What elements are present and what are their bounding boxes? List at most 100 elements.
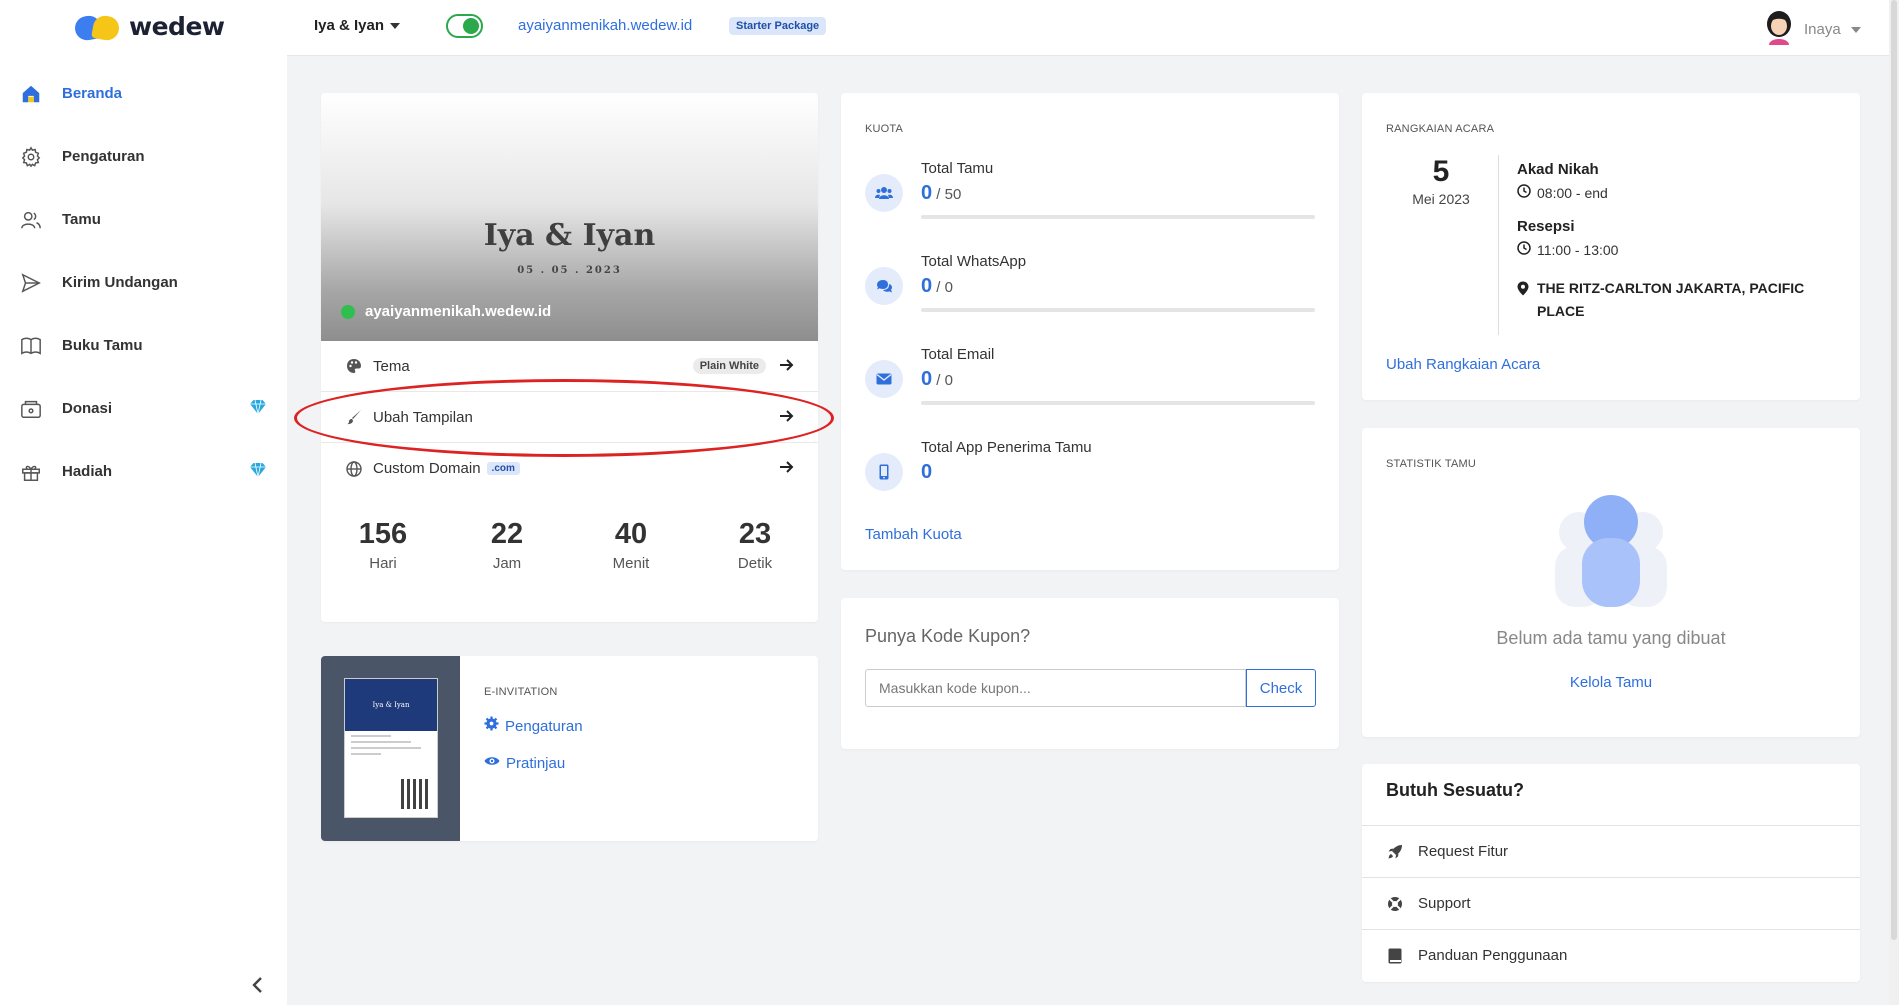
sidebar-item-label: Pengaturan — [62, 148, 145, 165]
clock-icon — [1517, 241, 1531, 258]
kelola-tamu-link[interactable]: Kelola Tamu — [1570, 674, 1652, 691]
users-icon — [865, 174, 903, 212]
sidebar-item-buku-tamu[interactable]: Buku Tamu — [0, 314, 287, 377]
logo[interactable]: wedew — [73, 12, 225, 42]
empty-guests-illustration — [1555, 494, 1667, 612]
check-kupon-button[interactable]: Check — [1246, 669, 1316, 707]
couple-name: Iya & Iyan — [314, 17, 385, 34]
einvitation-thumbnail[interactable]: Iya & Iyan — [321, 656, 460, 841]
einvitation-body: E-INVITATION Pengaturan Pratinjau — [484, 686, 583, 772]
scrollbar[interactable] — [1889, 0, 1899, 1005]
palette-icon — [345, 357, 363, 375]
gear-icon — [18, 144, 44, 170]
event-location: THE RITZ-CARLTON JAKARTA, PACIFIC PLACE — [1517, 277, 1837, 323]
publish-toggle[interactable] — [446, 14, 483, 38]
tema-label: Tema — [373, 357, 410, 375]
arrow-right-icon — [778, 459, 794, 479]
sidebar-item-pengaturan[interactable]: Pengaturan — [0, 125, 287, 188]
kuota-value: 0 / 0 — [921, 368, 953, 390]
kuota-label: Total WhatsApp — [921, 253, 1027, 270]
kuota-label: Total Tamu — [921, 160, 994, 177]
section-title: RANGKAIAN ACARA — [1386, 123, 1495, 135]
divider — [1498, 155, 1499, 335]
topbar: Iya & Iyan ayaiyanmenikah.wedew.id Start… — [287, 0, 1899, 56]
kuota-card: KUOTA Total Tamu 0 / 50 Total WhatsApp 0… — [841, 93, 1339, 570]
tambah-kuota-link[interactable]: Tambah Kuota — [865, 526, 962, 543]
hero-date: 05 . 05 . 2023 — [517, 265, 622, 276]
package-badge: Starter Package — [729, 17, 827, 35]
invitation-hero[interactable]: Iya & Iyan 05 . 05 . 2023 ayaiyanmenikah… — [321, 93, 818, 341]
section-title: KUOTA — [865, 123, 904, 135]
einvitation-card: Iya & Iyan E-INVITATION Pengaturan Prati… — [321, 656, 818, 841]
logo-hearts-icon — [73, 13, 121, 42]
einvitation-settings-link[interactable]: Pengaturan — [484, 716, 583, 736]
mail-icon — [865, 360, 903, 398]
rangkaian-acara-card: RANGKAIAN ACARA 5 Mei 2023 Akad Nikah 08… — [1362, 93, 1860, 400]
kupon-input[interactable] — [865, 669, 1246, 707]
phone-icon — [865, 453, 903, 491]
section-title: STATISTIK TAMU — [1386, 458, 1476, 470]
empty-guests-text: Belum ada tamu yang dibuat — [1496, 628, 1726, 648]
hero-url[interactable]: ayaiyanmenikah.wedew.id — [341, 303, 551, 320]
sidebar-item-donasi[interactable]: Donasi — [0, 377, 287, 440]
kuota-value: 0 / 50 — [921, 182, 962, 204]
einvitation-preview-link[interactable]: Pratinjau — [484, 754, 583, 772]
user-name: Inaya — [1804, 21, 1841, 38]
rocket-icon — [1386, 843, 1404, 861]
wallet-icon — [18, 396, 44, 422]
sidebar-item-label: Beranda — [62, 85, 123, 102]
section-title: E-INVITATION — [484, 686, 558, 698]
countdown-minutes: 40 Menit — [612, 518, 650, 572]
users-icon — [18, 207, 44, 233]
countdown: 156 Hari 22 Jam 40 Menit 23 Detik — [321, 518, 818, 572]
kuota-value: 0 — [921, 461, 933, 483]
diamond-icon — [249, 462, 267, 483]
chat-icon — [865, 267, 903, 305]
home-icon — [18, 81, 44, 107]
support-item[interactable]: Support — [1362, 877, 1860, 929]
kuota-progress-bar — [921, 308, 1315, 312]
diamond-icon — [249, 399, 267, 420]
statistik-tamu-card: STATISTIK TAMU Belum ada tamu yang dibua… — [1362, 428, 1860, 737]
arrow-right-icon — [778, 357, 794, 377]
panduan-item[interactable]: Panduan Penggunaan — [1362, 929, 1860, 981]
sidebar-item-hadiah[interactable]: Hadiah — [0, 440, 287, 503]
event-month: Mei 2023 — [1412, 191, 1470, 207]
caret-down-icon — [390, 22, 401, 29]
invitation-url-link[interactable]: ayaiyanmenikah.wedew.id — [518, 17, 692, 34]
custom-domain-label: Custom Domain — [373, 460, 481, 477]
book-icon — [18, 333, 44, 359]
online-status-dot — [341, 304, 355, 319]
sidebar-item-kirim-undangan[interactable]: Kirim Undangan — [0, 251, 287, 314]
thumb-title: Iya & Iyan — [345, 679, 437, 731]
clock-icon — [1517, 184, 1531, 201]
kuota-label: Total Email — [921, 346, 995, 363]
sidebar-item-label: Kirim Undangan — [62, 274, 178, 291]
sidebar-item-beranda[interactable]: Beranda — [0, 62, 287, 125]
kuota-progress-bar — [921, 215, 1315, 219]
request-fitur-item[interactable]: Request Fitur — [1362, 825, 1860, 877]
kupon-card: Punya Kode Kupon? Check — [841, 598, 1339, 749]
sidebar-item-tamu[interactable]: Tamu — [0, 188, 287, 251]
lifebuoy-icon — [1386, 895, 1404, 913]
user-menu[interactable]: Inaya — [1764, 9, 1861, 50]
collapse-sidebar-icon[interactable] — [250, 976, 264, 999]
eye-icon — [484, 754, 500, 772]
sidebar-nav: Beranda Pengaturan Tamu Kirim Undangan B… — [0, 62, 287, 503]
kuota-label: Total App Penerima Tamu — [921, 439, 1092, 456]
gear-icon — [484, 716, 499, 736]
event-akad: Akad Nikah 08:00 - end — [1517, 161, 1608, 201]
ubah-rangkaian-link[interactable]: Ubah Rangkaian Acara — [1386, 356, 1540, 373]
sidebar-item-label: Hadiah — [62, 463, 113, 480]
caret-down-icon — [1850, 26, 1861, 33]
logo-text: wedew — [129, 12, 225, 41]
event-day: 5 — [1432, 155, 1450, 188]
globe-icon — [345, 460, 363, 478]
couple-dropdown[interactable]: Iya & Iyan — [314, 17, 401, 34]
countdown-hours: 22 Jam — [490, 518, 524, 572]
theme-badge: Plain White — [692, 358, 766, 374]
sidebar: wedew Beranda Pengaturan Tamu Kirim Unda… — [0, 0, 287, 1005]
countdown-days: 156 Hari — [358, 518, 408, 572]
sidebar-item-label: Buku Tamu — [62, 337, 143, 354]
butuh-sesuatu-card: Butuh Sesuatu? Request Fitur Support Pan… — [1362, 764, 1860, 982]
